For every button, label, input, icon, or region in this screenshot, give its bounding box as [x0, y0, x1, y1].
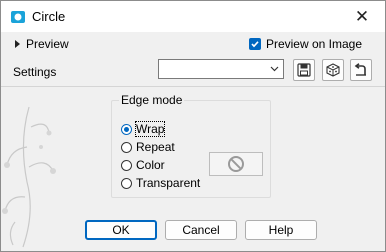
radio-unselected-icon	[121, 141, 132, 153]
save-preset-icon	[297, 63, 311, 77]
radio-selected-icon	[121, 123, 132, 135]
radio-color-label: Color	[136, 158, 165, 172]
radio-unselected-icon	[121, 159, 132, 171]
radio-wrap[interactable]: Wrap	[121, 121, 166, 137]
chevron-down-icon	[270, 66, 279, 72]
dialog-window: Circle ✕ Preview Preview on Image Settin…	[0, 0, 386, 252]
checkbox-checked-icon	[248, 38, 261, 50]
preview-on-image-checkbox[interactable]: Preview on Image	[248, 37, 362, 51]
radio-repeat-label: Repeat	[136, 140, 175, 154]
help-button[interactable]: Help	[245, 220, 317, 240]
radio-wrap-label: Wrap	[134, 121, 166, 137]
edge-mode-title: Edge mode	[119, 93, 185, 107]
window-title: Circle	[32, 9, 66, 24]
cancel-button[interactable]: Cancel	[165, 220, 237, 240]
title-bar[interactable]: Circle ✕	[1, 1, 385, 32]
radio-unselected-icon	[121, 177, 132, 189]
preset-combobox[interactable]	[158, 59, 284, 79]
reset-button[interactable]	[350, 59, 372, 81]
ok-button[interactable]: OK	[85, 220, 157, 240]
preview-toggle[interactable]: Preview	[15, 37, 69, 51]
dice-icon	[326, 63, 340, 77]
settings-label: Settings	[13, 65, 57, 79]
save-preset-button[interactable]	[293, 59, 315, 81]
radio-color[interactable]: Color	[121, 158, 165, 172]
radio-transparent-label: Transparent	[136, 176, 201, 190]
main-panel: Edge mode Wrap Repeat Color Transparent …	[1, 87, 385, 251]
app-icon	[11, 11, 25, 23]
settings-row: Settings	[1, 56, 385, 86]
expand-triangle-icon	[15, 40, 20, 48]
prohibited-icon	[228, 156, 244, 172]
reset-icon	[354, 63, 366, 76]
radio-transparent[interactable]: Transparent	[121, 176, 200, 190]
preview-label: Preview	[26, 37, 69, 51]
close-button[interactable]: ✕	[339, 1, 385, 32]
radio-repeat[interactable]: Repeat	[121, 140, 175, 154]
color-swatch-button[interactable]	[209, 152, 263, 176]
randomize-button[interactable]	[322, 59, 344, 81]
preview-on-image-label: Preview on Image	[265, 37, 362, 51]
preview-row: Preview Preview on Image	[1, 32, 385, 56]
